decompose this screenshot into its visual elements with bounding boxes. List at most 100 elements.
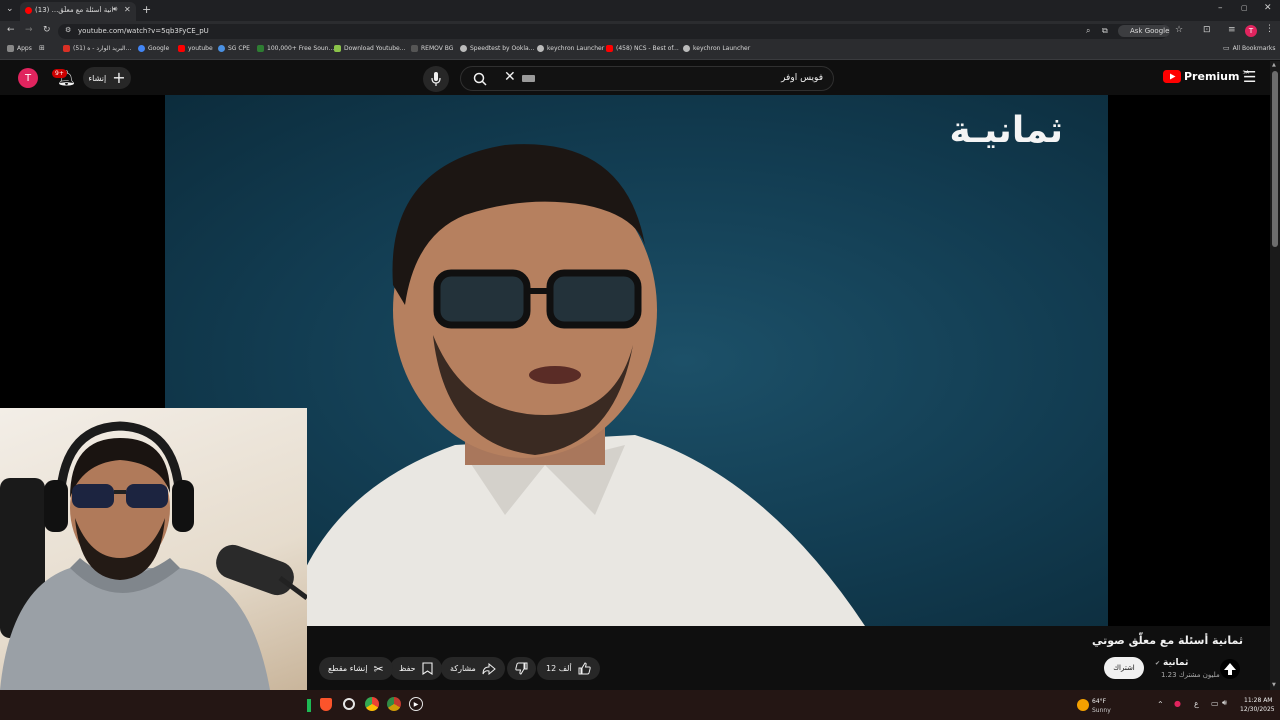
share-button[interactable]: مشاركة — [441, 657, 505, 680]
subscribe-button[interactable]: اشتراك — [1104, 657, 1144, 679]
profile-avatar[interactable]: T — [1245, 25, 1257, 37]
tab-search-icon[interactable]: ⌄ — [6, 5, 14, 14]
bookmark-item[interactable]: SG CPE — [218, 45, 250, 52]
ask-google-button[interactable]: Ask Google — [1118, 25, 1170, 37]
globe-icon — [218, 45, 225, 52]
volume-icon[interactable]: 🔊︎ — [1222, 698, 1227, 708]
keychron-icon — [683, 45, 690, 52]
account-avatar[interactable]: T — [18, 68, 38, 88]
thumbs-down-icon — [515, 662, 528, 675]
channel-avatar[interactable] — [1220, 659, 1240, 679]
dislike-button[interactable] — [507, 657, 536, 680]
bookmark-label: REMOV BG — [421, 45, 454, 52]
like-count: 12 ألف — [546, 664, 572, 673]
weather-desc: Sunny — [1092, 707, 1111, 714]
bookmark-item[interactable]: (51) البريد الوارد - ه... — [63, 45, 131, 52]
bookmark-label: Speedtest by Ookla... — [470, 45, 535, 52]
tray-mic-icon[interactable]: ● — [1174, 699, 1181, 708]
channel-logo-icon — [1224, 663, 1236, 675]
bookmark-item[interactable]: REMOV BG — [411, 45, 453, 52]
bookmark-item[interactable]: 100,000+ Free Soun... — [257, 45, 334, 52]
bookmark-item[interactable]: Speedtest by Ookla... — [460, 45, 534, 52]
clock-time[interactable]: 11:28 AM — [1244, 697, 1272, 704]
create-button[interactable]: إنشاء + — [83, 67, 131, 89]
extensions-icon[interactable]: ⊡ — [1203, 26, 1211, 35]
share-label: مشاركة — [450, 664, 476, 673]
back-icon[interactable]: ← — [7, 26, 15, 35]
tab-groups-icon[interactable]: ≡ — [1228, 26, 1236, 35]
bookmarks-bar: Apps ⊞ (51) البريد الوارد - ه... Google … — [0, 42, 1280, 60]
speaker-icon[interactable]: 🔊︎ — [113, 6, 117, 13]
media-player-icon[interactable]: ▶ — [409, 697, 423, 711]
youtube-icon — [606, 45, 613, 52]
clear-search-icon[interactable]: ✕ — [504, 69, 516, 85]
thumbs-up-icon — [578, 662, 591, 675]
bookmark-item[interactable]: keychron Launcher — [683, 45, 750, 52]
bookmark-item[interactable]: keychron Launcher — [537, 45, 604, 52]
notification-badge: 9+ — [52, 69, 67, 78]
grid-icon[interactable]: ⊞ — [39, 45, 45, 52]
keyboard-icon[interactable] — [522, 75, 535, 82]
google-icon — [138, 45, 145, 52]
bookmark-item[interactable]: (458) NCS - Best of... — [606, 45, 679, 52]
bookmark-item[interactable]: Download Youtube... — [334, 45, 405, 52]
search-icon[interactable] — [473, 72, 487, 86]
site-info-icon[interactable]: ⚙ — [65, 27, 71, 34]
language-indicator[interactable]: ع — [1194, 699, 1199, 708]
bookmark-star-icon[interactable]: ☆ — [1175, 26, 1183, 35]
chrome-icon[interactable] — [365, 697, 379, 711]
browser-tab-bar: ⌄ ثمانية أسئلة مع معلّق... (13) 🔊︎ ✕ + –… — [0, 0, 1280, 21]
app-icon[interactable] — [343, 698, 355, 710]
bookmark-label: (458) NCS - Best of... — [616, 45, 679, 52]
menu-dots-icon[interactable]: ⋮ — [1265, 25, 1274, 34]
bookmark-item[interactable]: youtube — [178, 45, 213, 52]
save-label: حفظ — [399, 664, 416, 673]
create-label: إنشاء — [88, 73, 107, 83]
like-button[interactable]: 12 ألف — [537, 657, 600, 680]
logo-text: Premium — [1184, 70, 1240, 83]
brave-browser-icon[interactable] — [320, 698, 332, 711]
zoom-icon[interactable]: ⌕ — [1086, 27, 1090, 35]
weather-temp: 64°F — [1092, 698, 1107, 705]
folder-icon: ▭ — [1223, 44, 1230, 52]
window-close-icon[interactable]: ✕ — [1264, 4, 1272, 13]
restore-icon[interactable]: ▢ — [1241, 5, 1248, 12]
clock-date[interactable]: 12/30/2025 — [1240, 706, 1275, 713]
hamburger-menu-icon[interactable]: ☰ — [1243, 68, 1256, 86]
bookmark-label: Download Youtube... — [344, 45, 406, 52]
video-info-panel: ثمانية أسئلة مع معلّق صوتي ✔ ثمانية 1.23… — [307, 626, 1270, 690]
minimize-icon[interactable]: – — [1218, 4, 1223, 13]
bookmark-item[interactable]: Google — [138, 45, 169, 52]
scroll-down-icon[interactable]: ▼ — [1272, 682, 1276, 688]
search-input[interactable]: ✕ فويس اوفر — [460, 66, 834, 91]
download-icon — [334, 45, 341, 52]
tray-chevron-icon[interactable]: ⌃ — [1157, 700, 1164, 709]
sunny-weather-icon — [1077, 699, 1089, 711]
new-tab-icon[interactable]: + — [142, 4, 151, 15]
chrome-profile-icon[interactable] — [387, 697, 401, 711]
channel-name-row[interactable]: ✔ ثمانية — [1155, 658, 1188, 668]
browser-tab[interactable]: ثمانية أسئلة مع معلّق... (13) 🔊︎ ✕ — [20, 2, 136, 21]
bookmark-label: 100,000+ Free Soun... — [267, 45, 335, 52]
address-bar[interactable]: ⚙ youtube.com/watch?v=5qb3FyCE_pU ⌕ ⧉ As… — [58, 24, 1183, 39]
scrollbar-thumb[interactable] — [1272, 71, 1278, 247]
verified-check-icon: ✔ — [1155, 659, 1161, 667]
forward-icon[interactable]: → — [25, 26, 33, 35]
all-bookmarks-button[interactable]: ▭ All Bookmarks — [1223, 44, 1276, 53]
clip-button[interactable]: إنشاء مقطع ✂ — [319, 657, 393, 680]
bookmark-item[interactable]: Apps — [7, 45, 32, 52]
close-tab-icon[interactable]: ✕ — [124, 6, 131, 14]
save-button[interactable]: حفظ — [390, 657, 442, 680]
cast-icon[interactable]: ⧉ — [1102, 27, 1108, 35]
scroll-up-icon[interactable]: ▲ — [1272, 62, 1276, 68]
removebg-icon — [411, 45, 418, 52]
youtube-premium-logo[interactable]: Premium SA — [1163, 70, 1249, 83]
network-icon[interactable]: ▭ — [1211, 699, 1219, 708]
reload-icon[interactable]: ↻ — [43, 26, 51, 35]
sound-icon — [257, 45, 264, 52]
voice-search-button[interactable] — [423, 66, 449, 92]
subscriber-count: 1.23 مليون مشترك — [1161, 671, 1220, 679]
url-text: youtube.com/watch?v=5qb3FyCE_pU — [78, 27, 209, 35]
apps-icon — [7, 45, 14, 52]
page-scrollbar[interactable]: ▲ ▼ — [1270, 61, 1280, 690]
